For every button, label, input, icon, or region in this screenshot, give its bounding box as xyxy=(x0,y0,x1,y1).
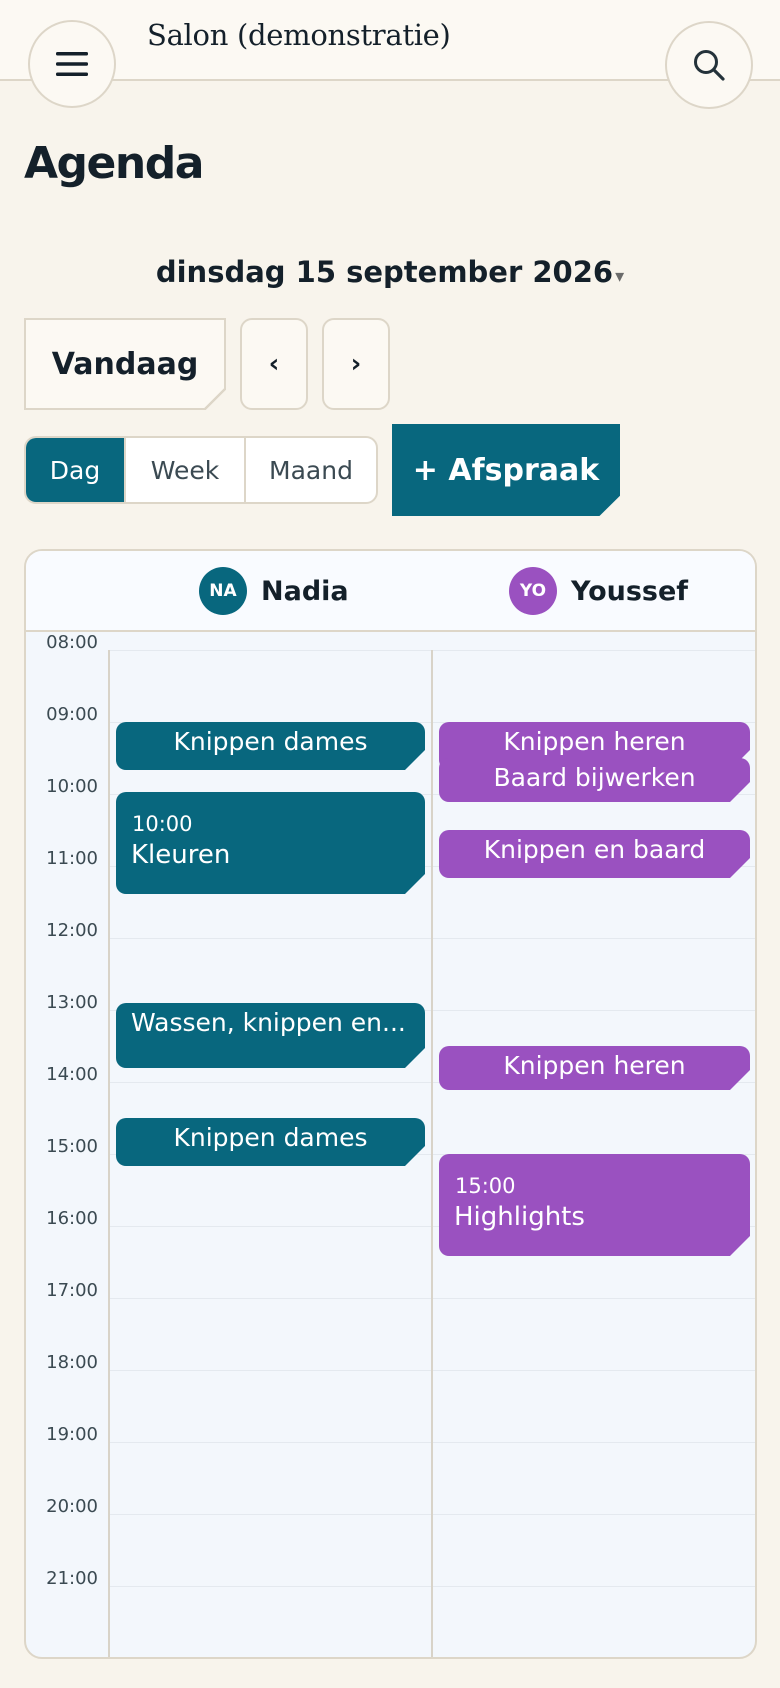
appointment-title: Knippen heren xyxy=(503,727,686,756)
menu-button[interactable] xyxy=(28,20,116,108)
page-title: Agenda xyxy=(24,138,204,189)
salon-name: Salon (demonstratie) xyxy=(147,18,451,52)
appointment-card[interactable]: 15:00 Highlights xyxy=(439,1154,750,1256)
appointment-title: Knippen en baard xyxy=(483,835,706,864)
hour-label: 21:00 xyxy=(46,1568,98,1589)
hour-label: 09:00 xyxy=(46,704,98,725)
chevron-right-icon: › xyxy=(350,349,362,379)
avatar: NA xyxy=(199,567,247,615)
date-label: dinsdag 15 september 2026 xyxy=(155,255,614,289)
search-button[interactable] xyxy=(665,21,753,109)
appointment-time: 10:00 xyxy=(132,812,193,836)
hour-label: 10:00 xyxy=(46,776,98,797)
date-picker[interactable]: dinsdag 15 september 2026 ▾ xyxy=(0,255,780,289)
column-divider xyxy=(431,650,433,1657)
app-header: Salon (demonstratie) xyxy=(0,0,780,81)
appointment-card[interactable]: Baard bijwerken xyxy=(439,758,750,802)
previous-day-button[interactable]: ‹ xyxy=(240,318,308,410)
column-divider xyxy=(108,650,110,1657)
appointment-title: Highlights xyxy=(454,1202,585,1232)
appointment-time: 15:00 xyxy=(455,1174,516,1198)
appointment-title: Knippen heren xyxy=(503,1051,686,1080)
hour-label: 16:00 xyxy=(46,1208,98,1229)
hour-label: 18:00 xyxy=(46,1352,98,1373)
chevron-down-icon: ▾ xyxy=(615,266,625,287)
avatar: YO xyxy=(509,567,557,615)
appointment-card[interactable]: 10:00 Kleuren xyxy=(116,792,425,894)
hour-label: 08:00 xyxy=(46,632,98,653)
view-week-button[interactable]: Week xyxy=(126,438,246,502)
appointment-title: Knippen dames xyxy=(173,727,368,756)
appointment-title: Kleuren xyxy=(131,840,231,870)
chevron-left-icon: ‹ xyxy=(268,349,280,379)
hour-label: 11:00 xyxy=(46,848,98,869)
view-day-button[interactable]: Dag xyxy=(26,438,126,502)
appointment-card[interactable]: Knippen dames xyxy=(116,722,425,770)
hour-label: 17:00 xyxy=(46,1280,98,1301)
time-grid[interactable]: 08:00 09:00 10:00 11:00 12:00 13:00 14:0… xyxy=(26,632,755,1657)
hamburger-menu-icon xyxy=(56,52,88,76)
appointment-card[interactable]: Knippen en baard xyxy=(439,830,750,878)
hour-label: 14:00 xyxy=(46,1064,98,1085)
appointment-card[interactable]: Wassen, knippen en... xyxy=(116,1003,425,1068)
calendar-header: NA Nadia YO Youssef xyxy=(26,551,755,632)
hour-label: 13:00 xyxy=(46,992,98,1013)
appointment-card[interactable]: Knippen heren xyxy=(439,1046,750,1090)
staff-name: Youssef xyxy=(571,575,689,607)
staff-column-header-youssef: YO Youssef xyxy=(509,567,688,615)
add-appointment-button[interactable]: + Afspraak xyxy=(392,424,620,516)
appointment-card[interactable]: Knippen dames xyxy=(116,1118,425,1166)
button-corner-decoration xyxy=(203,387,226,410)
hour-label: 12:00 xyxy=(46,920,98,941)
search-icon xyxy=(694,50,725,81)
view-month-button[interactable]: Maand xyxy=(246,438,376,502)
appointment-title: Wassen, knippen en... xyxy=(131,1008,406,1037)
staff-name: Nadia xyxy=(261,575,349,607)
today-button[interactable]: Vandaag xyxy=(24,318,226,410)
hour-label: 20:00 xyxy=(46,1496,98,1517)
appointment-title: Knippen dames xyxy=(173,1123,368,1152)
view-toggle: Dag Week Maand xyxy=(24,436,378,504)
appointment-title: Baard bijwerken xyxy=(493,763,696,792)
hour-label: 19:00 xyxy=(46,1424,98,1445)
next-day-button[interactable]: › xyxy=(322,318,390,410)
hour-label: 15:00 xyxy=(46,1136,98,1157)
staff-column-header-nadia: NA Nadia xyxy=(199,567,349,615)
day-calendar: NA Nadia YO Youssef 08:00 09:00 10:00 11… xyxy=(24,549,757,1659)
